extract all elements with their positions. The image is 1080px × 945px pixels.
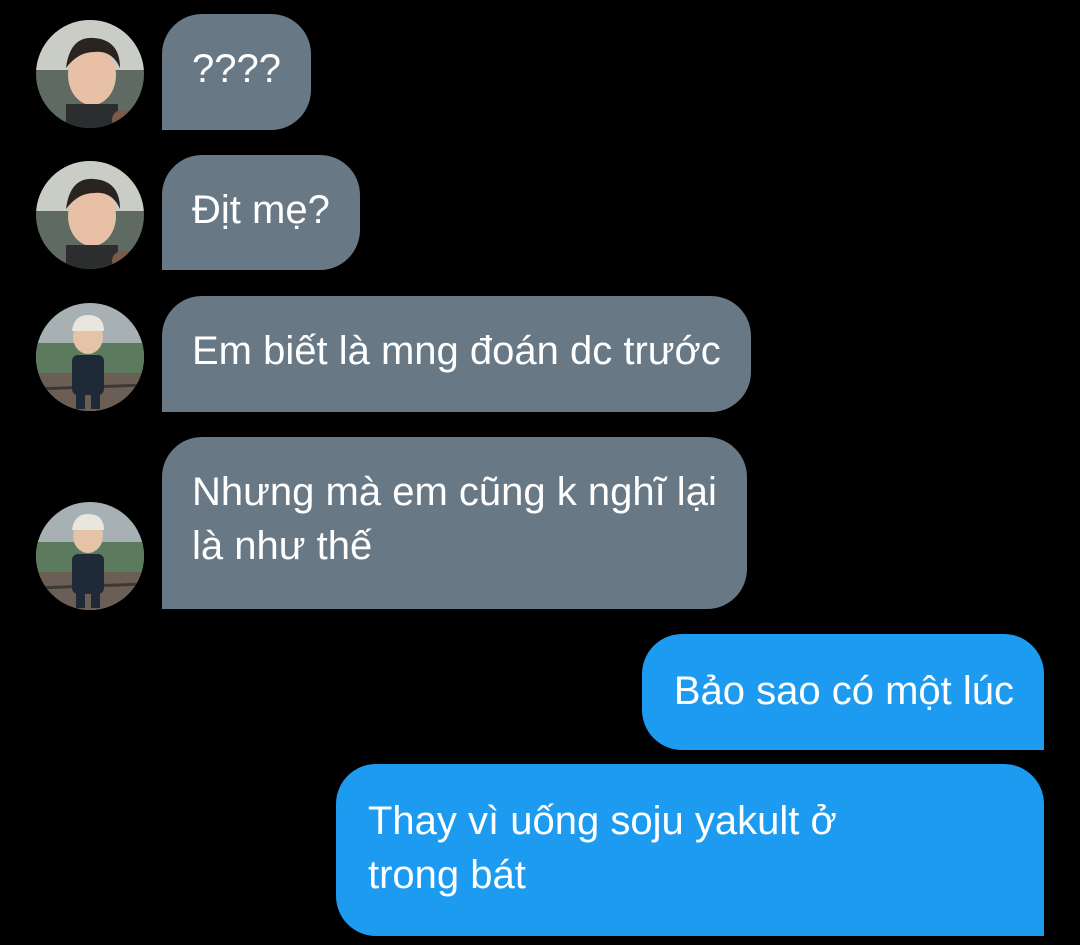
message-text-line: trong bát [368, 853, 526, 897]
avatar-child-with-cap-icon[interactable] [36, 502, 144, 610]
message-text: Địt mẹ? [192, 188, 330, 232]
message-text: ???? [192, 47, 281, 91]
outgoing-message-bubble[interactable]: Thay vì uống soju yakult ở trong bát [336, 764, 1044, 936]
message-text: Em biết là mng đoán dc trước [192, 329, 721, 373]
incoming-message-bubble[interactable]: Em biết là mng đoán dc trước [162, 296, 751, 412]
message-text-line: là như thế [192, 524, 373, 568]
incoming-message-bubble[interactable]: ???? [162, 14, 311, 130]
message-text-line: Nhưng mà em cũng k nghĩ lại [192, 470, 717, 514]
incoming-message-bubble[interactable]: Nhưng mà em cũng k nghĩ lại là như thế [162, 437, 747, 609]
message-text: Bảo sao có một lúc [673, 669, 1014, 713]
message-text-line: Thay vì uống soju yakult ở [368, 799, 837, 843]
avatar-young-man-icon[interactable] [36, 161, 144, 269]
avatar-young-man-icon[interactable] [36, 20, 144, 128]
avatar-child-with-cap-icon[interactable] [36, 303, 144, 411]
outgoing-message-bubble[interactable]: Bảo sao có một lúc [641, 634, 1044, 750]
incoming-message-bubble[interactable]: Địt mẹ? [162, 155, 360, 270]
